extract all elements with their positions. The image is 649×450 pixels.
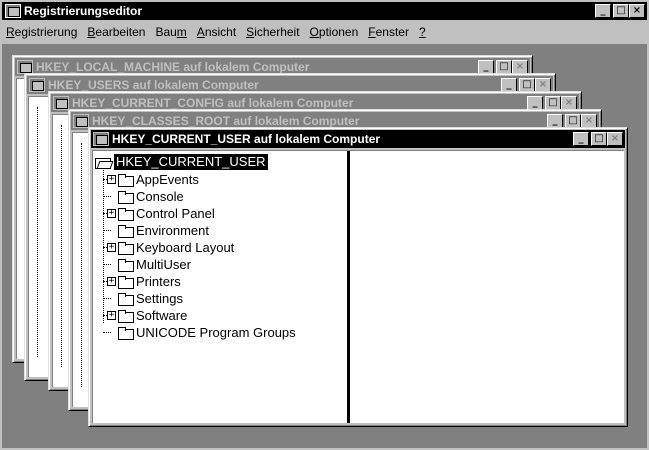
menu-sicherheit[interactable]: Sicherheit	[242, 25, 305, 39]
window-title-bar[interactable]: HKEY_CURRENT_USER auf lokalem Computer _…	[91, 130, 625, 148]
window-icon[interactable]	[73, 114, 89, 128]
window-icon[interactable]	[29, 78, 45, 92]
maximize-button[interactable]: □	[591, 132, 607, 146]
key-tree-pane[interactable]: HKEY_CURRENT_USER + AppEvents Console + …	[93, 151, 347, 423]
close-button[interactable]: ×	[629, 4, 645, 18]
folder-icon	[118, 225, 134, 238]
window-hkey-current-user[interactable]: HKEY_CURRENT_USER auf lokalem Computer _…	[88, 127, 628, 427]
window-icon[interactable]	[53, 96, 69, 110]
expand-icon[interactable]: +	[107, 175, 116, 184]
close-button[interactable]: ×	[607, 132, 623, 146]
registry-editor-icon[interactable]	[5, 4, 21, 18]
app-title: Registrierungseditor	[24, 4, 143, 18]
window-title: HKEY_CLASSES_ROOT auf lokalem Computer	[92, 114, 360, 128]
folder-icon	[118, 259, 134, 272]
mdi-client-area: HKEY_LOCAL_MACHINE auf lokalem Computer …	[2, 44, 647, 448]
value-list-pane[interactable]	[350, 151, 624, 423]
expand-icon[interactable]: +	[107, 311, 116, 320]
registry-editor-app: Registrierungseditor _ □ × Registrierung…	[0, 0, 649, 450]
menu-optionen[interactable]: Optionen	[306, 25, 365, 39]
folder-icon	[118, 191, 134, 204]
folder-icon	[118, 310, 134, 323]
menu-help[interactable]: ?	[415, 25, 432, 39]
maximize-button[interactable]: □	[613, 4, 629, 18]
tree-item-console[interactable]: Console	[103, 188, 184, 205]
tree-item-settings[interactable]: Settings	[103, 290, 183, 307]
folder-icon	[118, 327, 134, 340]
close-button[interactable]: ×	[512, 60, 528, 74]
tree-root-label: HKEY_CURRENT_USER	[114, 153, 268, 170]
minimize-button[interactable]: _	[595, 4, 611, 18]
window-icon[interactable]	[17, 60, 33, 74]
expand-icon[interactable]: +	[107, 277, 116, 286]
menu-fenster[interactable]: Fenster	[364, 25, 415, 39]
expand-icon[interactable]: +	[107, 243, 116, 252]
minimize-button[interactable]: _	[501, 78, 517, 92]
menu-bar: Registrierung Bearbeiten Baum Ansicht Si…	[2, 22, 432, 42]
tree-item-printers[interactable]: + Printers	[103, 273, 181, 290]
folder-icon	[118, 174, 134, 187]
menu-ansicht[interactable]: Ansicht	[193, 25, 242, 39]
folder-icon	[118, 242, 134, 255]
tree-item-multiuser[interactable]: MultiUser	[103, 256, 191, 273]
close-button[interactable]: ×	[561, 96, 577, 110]
folder-icon	[118, 276, 134, 289]
minimize-button[interactable]: _	[478, 60, 494, 74]
maximize-button[interactable]: □	[519, 78, 535, 92]
window-icon[interactable]	[93, 132, 109, 146]
window-title: HKEY_CURRENT_CONFIG auf lokalem Computer	[72, 96, 354, 110]
menu-registrierung[interactable]: Registrierung	[2, 25, 83, 39]
maximize-button[interactable]: □	[496, 60, 512, 74]
window-body: HKEY_CURRENT_USER + AppEvents Console + …	[92, 150, 624, 423]
folder-icon	[118, 293, 134, 306]
maximize-button[interactable]: □	[565, 114, 581, 128]
tree-item-keyboard-layout[interactable]: + Keyboard Layout	[103, 239, 234, 256]
folder-icon	[118, 208, 134, 221]
open-folder-icon	[95, 156, 111, 169]
menu-bearbeiten[interactable]: Bearbeiten	[83, 25, 151, 39]
app-title-bar[interactable]: Registrierungseditor _ □ ×	[2, 2, 647, 20]
minimize-button[interactable]: _	[547, 114, 563, 128]
minimize-button[interactable]: _	[527, 96, 543, 110]
window-title: HKEY_CURRENT_USER auf lokalem Computer	[112, 132, 381, 146]
tree-root-row[interactable]: HKEY_CURRENT_USER	[95, 153, 268, 170]
menu-baum[interactable]: Baum	[151, 25, 192, 39]
window-title: HKEY_LOCAL_MACHINE auf lokalem Computer	[36, 60, 310, 74]
tree-item-environment[interactable]: Environment	[103, 222, 209, 239]
tree-item-software[interactable]: + Software	[103, 307, 187, 324]
minimize-button[interactable]: _	[573, 132, 589, 146]
tree-item-appevents[interactable]: + AppEvents	[103, 171, 199, 188]
close-button[interactable]: ×	[581, 114, 597, 128]
tree-item-unicode-program-groups[interactable]: UNICODE Program Groups	[103, 324, 296, 341]
tree-item-control-panel[interactable]: + Control Panel	[103, 205, 215, 222]
maximize-button[interactable]: □	[545, 96, 561, 110]
close-button[interactable]: ×	[535, 78, 551, 92]
window-title: HKEY_USERS auf lokalem Computer	[48, 78, 259, 92]
expand-icon[interactable]: +	[107, 209, 116, 218]
